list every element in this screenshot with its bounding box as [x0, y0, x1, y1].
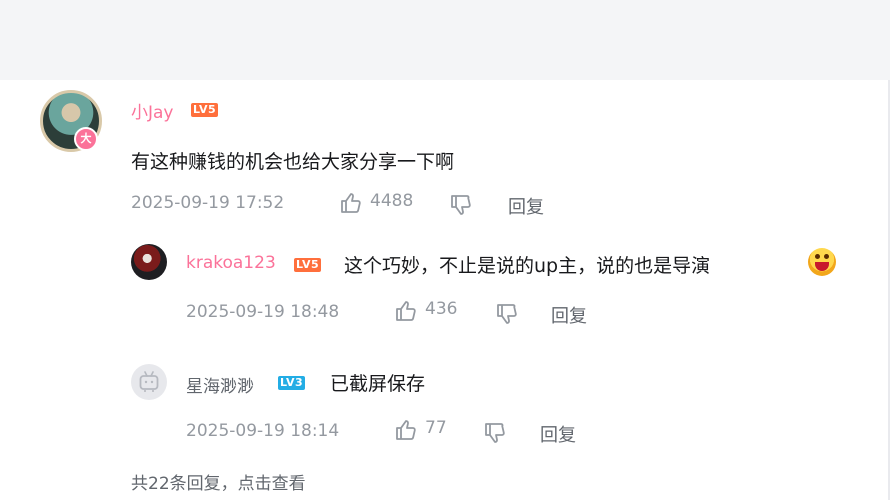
reply-text: 这个巧妙，不止是说的up主，说的也是导演: [344, 255, 711, 277]
like-count: 436: [425, 299, 458, 319]
reply-time: 2025-09-19 18:48: [186, 302, 340, 322]
reply-username[interactable]: 星海渺渺: [186, 372, 254, 397]
like-count: 4488: [370, 191, 414, 211]
thumbs-down-icon[interactable]: [483, 421, 507, 445]
comment-time: 2025-09-19 17:52: [131, 193, 285, 213]
level-badge: LV5: [294, 258, 322, 272]
level-badge: LV5: [191, 103, 219, 117]
bilibili-tv-icon: [139, 371, 159, 392]
comment-username[interactable]: 小Jay: [131, 98, 174, 123]
thumbs-up-icon[interactable]: [394, 299, 418, 323]
reply-button[interactable]: 回复: [508, 193, 544, 219]
level-badge: LV3: [278, 376, 306, 390]
comment-text: 有这种赚钱的机会也给大家分享一下啊: [131, 151, 455, 173]
reply-button[interactable]: 回复: [551, 302, 587, 328]
thumbs-down-icon[interactable]: [449, 193, 473, 217]
like-count: 77: [425, 418, 447, 438]
reply-time: 2025-09-19 18:14: [186, 421, 340, 441]
reply-text: 已截屏保存: [330, 373, 426, 395]
reply-username[interactable]: krakoa123: [186, 253, 276, 273]
thumbs-up-icon[interactable]: [394, 418, 418, 442]
emoji-eye: [815, 254, 820, 259]
view-all-replies-link[interactable]: 共22条回复，点击查看: [131, 469, 306, 494]
top-background: [0, 0, 890, 80]
reply-avatar[interactable]: [131, 244, 167, 280]
reply-button[interactable]: 回复: [540, 421, 576, 447]
thumbs-down-icon[interactable]: [495, 302, 519, 326]
avatar-badge: 大: [74, 127, 98, 151]
thumbs-up-icon[interactable]: [339, 191, 363, 215]
emoji-eye: [824, 254, 829, 259]
